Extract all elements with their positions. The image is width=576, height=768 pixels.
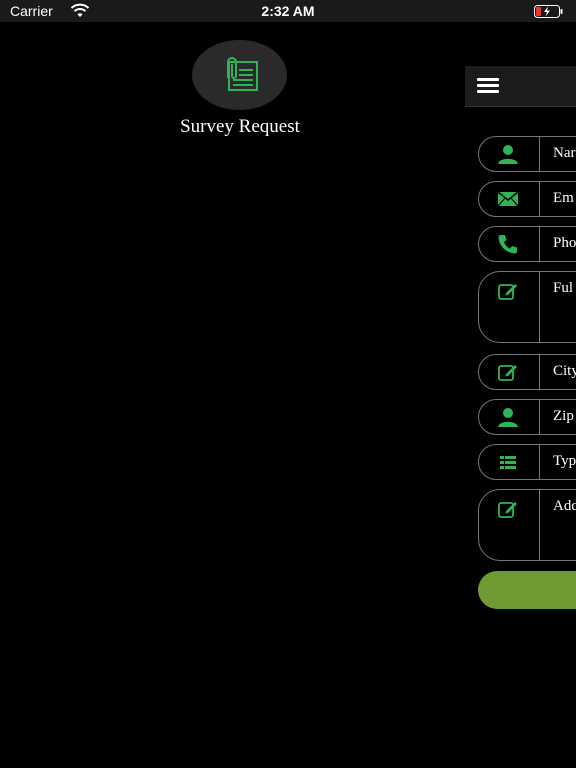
type-field-label: Typ — [553, 453, 576, 469]
phone-icon — [498, 235, 517, 254]
additional-field[interactable]: Add — [478, 489, 576, 561]
submit-button[interactable] — [478, 571, 576, 609]
battery-icon — [534, 5, 563, 18]
panel-top-bar — [465, 66, 576, 107]
additional-field-label: Add — [553, 498, 576, 514]
status-bar: Carrier 2:32 AM — [0, 0, 576, 22]
city-field-label: City — [553, 363, 576, 379]
person-icon — [498, 408, 518, 427]
clock: 2:32 AM — [261, 3, 315, 19]
page-title: Survey Request — [180, 116, 300, 137]
person-icon — [498, 145, 518, 164]
name-field-label: Nar — [553, 145, 576, 161]
document-clip-icon — [227, 57, 258, 91]
type-field[interactable]: Typ — [478, 444, 576, 480]
city-field[interactable]: City — [478, 354, 576, 390]
zip-field-label: Zip — [553, 408, 574, 424]
list-icon — [500, 456, 516, 469]
hamburger-menu-icon[interactable] — [477, 78, 499, 94]
phone-field[interactable]: Pho — [478, 226, 576, 262]
envelope-icon — [497, 191, 519, 207]
full-address-field-label: Ful — [553, 280, 574, 296]
zip-field[interactable]: Zip — [478, 399, 576, 435]
email-field[interactable]: Em — [478, 181, 576, 217]
edit-icon — [498, 502, 517, 518]
logo — [192, 40, 287, 110]
name-field[interactable]: Nar — [478, 136, 576, 172]
edit-icon — [498, 284, 517, 300]
email-field-label: Em — [553, 190, 574, 206]
phone-field-label: Pho — [553, 235, 576, 251]
full-address-field[interactable]: Ful — [478, 271, 576, 343]
edit-icon — [498, 365, 517, 381]
